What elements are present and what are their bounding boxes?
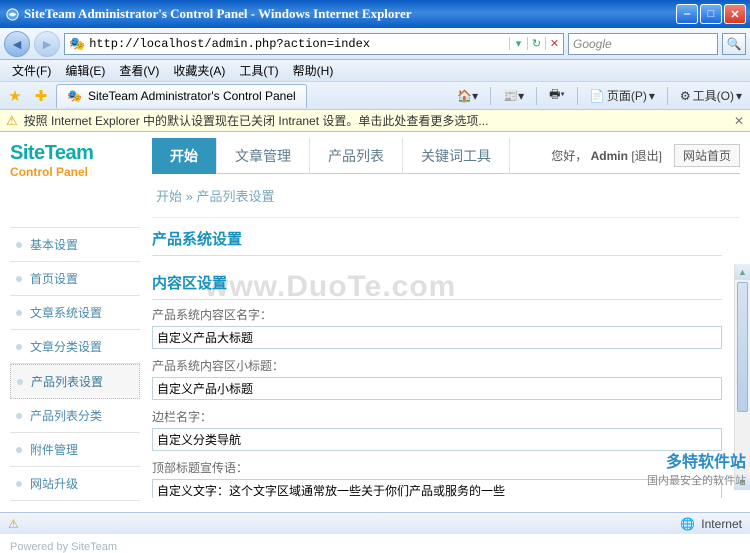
- tab-products[interactable]: 产品列表: [310, 138, 403, 174]
- tab-title: SiteTeam Administrator's Control Panel: [88, 89, 296, 103]
- label-top-slogan: 顶部标题宣传语：: [152, 459, 722, 476]
- address-bar[interactable]: 🎭 ▾ ↻ ✕: [64, 33, 564, 55]
- sidebar-item-article-sys[interactable]: 文章系统设置: [10, 296, 140, 330]
- label-sidebar-name: 边栏名字：: [152, 408, 722, 425]
- url-input[interactable]: [89, 37, 509, 51]
- close-button[interactable]: ✕: [724, 4, 746, 24]
- watermark-footer: 多特软件站 国内最安全的软件站: [647, 448, 746, 488]
- refresh-icon[interactable]: ↻: [527, 37, 545, 50]
- search-box[interactable]: Google: [568, 33, 718, 55]
- breadcrumb: 开始 » 产品列表设置: [152, 174, 740, 218]
- stop-icon[interactable]: ✕: [545, 37, 563, 50]
- search-button[interactable]: 🔍: [722, 33, 746, 55]
- globe-icon: 🌐: [680, 517, 695, 531]
- feeds-icon[interactable]: 📰▾: [499, 87, 528, 105]
- information-bar[interactable]: ⚠ 按照 Internet Explorer 中的默认设置现在已关闭 Intra…: [0, 110, 750, 132]
- address-toolbar: ◄ ► 🎭 ▾ ↻ ✕ Google 🔍: [0, 28, 750, 60]
- forward-button[interactable]: ►: [34, 31, 60, 57]
- scroll-up-icon[interactable]: ▲: [735, 264, 750, 280]
- tab-icon: 🎭: [67, 89, 82, 103]
- input-content-name[interactable]: [152, 326, 722, 349]
- page-menu[interactable]: 📄页面(P)▾: [586, 85, 659, 106]
- field-top-slogan: 顶部标题宣传语：: [152, 459, 722, 498]
- tab-articles[interactable]: 文章管理: [217, 138, 310, 174]
- sidebar-item-attachment[interactable]: 附件管理: [10, 433, 140, 467]
- menu-edit[interactable]: 编辑(E): [59, 60, 111, 81]
- menu-tools[interactable]: 工具(T): [233, 60, 284, 81]
- maximize-button[interactable]: □: [700, 4, 722, 24]
- section-content-area: 内容区设置: [152, 262, 722, 300]
- menu-file[interactable]: 文件(F): [6, 60, 57, 81]
- input-sidebar-name[interactable]: [152, 428, 722, 451]
- infobar-close-icon[interactable]: ✕: [734, 114, 744, 128]
- site-home-button[interactable]: 网站首页: [674, 144, 740, 167]
- input-top-slogan[interactable]: [152, 479, 722, 498]
- tab-keywords[interactable]: 关键词工具: [403, 138, 510, 174]
- tools-menu[interactable]: ⚙工具(O)▾: [676, 85, 746, 106]
- browser-tab[interactable]: 🎭 SiteTeam Administrator's Control Panel: [56, 84, 307, 108]
- sidebar-item-upgrade[interactable]: 网站升级: [10, 467, 140, 501]
- warning-icon: ⚠: [6, 113, 18, 129]
- sidebar: SiteTeam Control Panel 基本设置 首页设置 文章系统设置 …: [10, 138, 140, 512]
- menu-favorites[interactable]: 收藏夹(A): [167, 60, 231, 81]
- label-content-name: 产品系统内容区名字：: [152, 306, 722, 323]
- status-bar: ⚠ 🌐 Internet: [0, 512, 750, 534]
- ie-icon: [4, 6, 20, 22]
- home-icon[interactable]: 🏠▾: [453, 87, 482, 105]
- menu-help[interactable]: 帮助(H): [287, 60, 340, 81]
- logout-link[interactable]: [退出]: [631, 149, 662, 163]
- page-content: www.DuoTe.com SiteTeam Control Panel 基本设…: [0, 132, 750, 512]
- panel-tabs: 开始 文章管理 产品列表 关键词工具 您好， Admin [退出] 网站首页: [152, 138, 740, 174]
- window-titlebar: SiteTeam Administrator's Control Panel -…: [0, 0, 750, 28]
- favorites-icon[interactable]: ★: [4, 85, 26, 107]
- field-content-subtitle: 产品系统内容区小标题：: [152, 357, 722, 400]
- powered-by: Powered by SiteTeam: [10, 541, 140, 553]
- back-button[interactable]: ◄: [4, 31, 30, 57]
- brand-logo: SiteTeam Control Panel: [10, 142, 140, 179]
- zone-label: Internet: [701, 517, 742, 531]
- address-dropdown-icon[interactable]: ▾: [509, 37, 527, 50]
- print-icon[interactable]: 🖶▾: [545, 83, 569, 108]
- tab-start[interactable]: 开始: [152, 138, 217, 174]
- user-info: 您好， Admin [退出] 网站首页: [551, 144, 740, 167]
- sidebar-item-product-cat[interactable]: 产品列表分类: [10, 399, 140, 433]
- menu-bar: 文件(F) 编辑(E) 查看(V) 收藏夹(A) 工具(T) 帮助(H): [0, 60, 750, 82]
- window-title: SiteTeam Administrator's Control Panel -…: [24, 6, 676, 22]
- infobar-text: 按照 Internet Explorer 中的默认设置现在已关闭 Intrane…: [24, 112, 489, 129]
- tab-toolbar: ★ ✚ 🎭 SiteTeam Administrator's Control P…: [0, 82, 750, 110]
- section-product-system: 产品系统设置: [152, 218, 722, 256]
- field-content-name: 产品系统内容区名字：: [152, 306, 722, 349]
- logo-line2: Control Panel: [10, 165, 140, 179]
- logo-line1: SiteTeam: [10, 142, 140, 165]
- menu-view[interactable]: 查看(V): [113, 60, 165, 81]
- sidebar-list: 基本设置 首页设置 文章系统设置 文章分类设置 产品列表设置 产品列表分类 附件…: [10, 227, 140, 501]
- sidebar-item-home[interactable]: 首页设置: [10, 262, 140, 296]
- username: Admin: [591, 149, 628, 163]
- search-placeholder: Google: [573, 37, 612, 51]
- field-sidebar-name: 边栏名字：: [152, 408, 722, 451]
- scroll-thumb[interactable]: [737, 282, 748, 412]
- input-content-subtitle[interactable]: [152, 377, 722, 400]
- sidebar-item-article-cat[interactable]: 文章分类设置: [10, 330, 140, 364]
- minimize-button[interactable]: ‒: [676, 4, 698, 24]
- site-icon: 🎭: [65, 36, 89, 52]
- add-favorite-icon[interactable]: ✚: [30, 85, 52, 107]
- lock-icon: ⚠: [8, 517, 19, 531]
- sidebar-item-basic[interactable]: 基本设置: [10, 228, 140, 262]
- sidebar-item-product-list[interactable]: 产品列表设置: [10, 364, 140, 399]
- label-content-subtitle: 产品系统内容区小标题：: [152, 357, 722, 374]
